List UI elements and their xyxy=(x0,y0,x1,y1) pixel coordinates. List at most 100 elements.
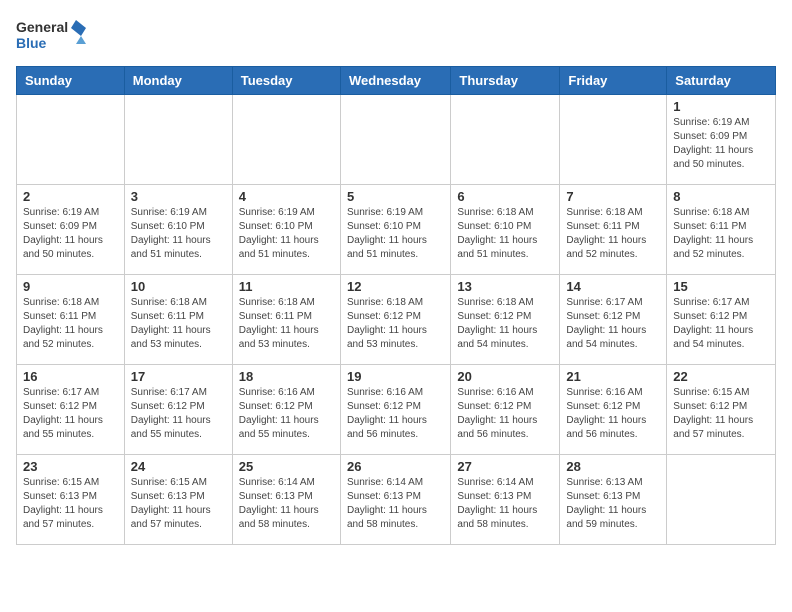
day-info: Sunrise: 6:14 AM Sunset: 6:13 PM Dayligh… xyxy=(457,476,553,532)
day-number: 11 xyxy=(239,279,334,294)
calendar-cell: 26 Sunrise: 6:14 AM Sunset: 6:13 PM Dayli… xyxy=(340,455,450,545)
day-info: Sunrise: 6:19 AM Sunset: 6:10 PM Dayligh… xyxy=(131,206,226,262)
day-number: 9 xyxy=(23,279,118,294)
calendar-cell: 12 Sunrise: 6:18 AM Sunset: 6:12 PM Dayli… xyxy=(340,275,450,365)
day-number: 10 xyxy=(131,279,226,294)
day-number: 21 xyxy=(566,369,660,384)
calendar-cell xyxy=(17,95,125,185)
calendar-cell: 21 Sunrise: 6:16 AM Sunset: 6:12 PM Dayli… xyxy=(560,365,667,455)
day-number: 24 xyxy=(131,459,226,474)
calendar-cell: 18 Sunrise: 6:16 AM Sunset: 6:12 PM Dayli… xyxy=(232,365,340,455)
day-number: 2 xyxy=(23,189,118,204)
calendar-cell: 11 Sunrise: 6:18 AM Sunset: 6:11 PM Dayli… xyxy=(232,275,340,365)
calendar-cell: 16 Sunrise: 6:17 AM Sunset: 6:12 PM Dayli… xyxy=(17,365,125,455)
day-info: Sunrise: 6:18 AM Sunset: 6:11 PM Dayligh… xyxy=(566,206,660,262)
day-info: Sunrise: 6:19 AM Sunset: 6:09 PM Dayligh… xyxy=(673,116,769,172)
day-number: 22 xyxy=(673,369,769,384)
header-wednesday: Wednesday xyxy=(340,67,450,95)
calendar-cell: 5Sunrise: 6:19 AM Sunset: 6:10 PM Daylig… xyxy=(340,185,450,275)
day-number: 26 xyxy=(347,459,444,474)
header-row: SundayMondayTuesdayWednesdayThursdayFrid… xyxy=(17,67,776,95)
day-info: Sunrise: 6:18 AM Sunset: 6:11 PM Dayligh… xyxy=(131,296,226,352)
calendar-cell: 28 Sunrise: 6:13 AM Sunset: 6:13 PM Dayli… xyxy=(560,455,667,545)
day-number: 6 xyxy=(457,189,553,204)
day-info: Sunrise: 6:18 AM Sunset: 6:11 PM Dayligh… xyxy=(239,296,334,352)
page-header: General Blue xyxy=(16,16,776,56)
calendar-cell: 25 Sunrise: 6:14 AM Sunset: 6:13 PM Dayli… xyxy=(232,455,340,545)
logo-icon: General Blue xyxy=(16,16,86,56)
day-info: Sunrise: 6:19 AM Sunset: 6:10 PM Dayligh… xyxy=(239,206,334,262)
day-number: 13 xyxy=(457,279,553,294)
calendar-table: SundayMondayTuesdayWednesdayThursdayFrid… xyxy=(16,66,776,545)
calendar-cell: 22 Sunrise: 6:15 AM Sunset: 6:12 PM Dayli… xyxy=(667,365,776,455)
calendar-cell: 4Sunrise: 6:19 AM Sunset: 6:10 PM Daylig… xyxy=(232,185,340,275)
day-number: 28 xyxy=(566,459,660,474)
day-info: Sunrise: 6:16 AM Sunset: 6:12 PM Dayligh… xyxy=(347,386,444,442)
day-info: Sunrise: 6:16 AM Sunset: 6:12 PM Dayligh… xyxy=(457,386,553,442)
calendar-cell xyxy=(667,455,776,545)
header-tuesday: Tuesday xyxy=(232,67,340,95)
day-info: Sunrise: 6:16 AM Sunset: 6:12 PM Dayligh… xyxy=(239,386,334,442)
svg-text:Blue: Blue xyxy=(16,35,47,51)
day-number: 18 xyxy=(239,369,334,384)
calendar-cell: 3 Sunrise: 6:19 AM Sunset: 6:10 PM Daylig… xyxy=(124,185,232,275)
day-number: 16 xyxy=(23,369,118,384)
calendar-cell: 8 Sunrise: 6:18 AM Sunset: 6:11 PM Daylig… xyxy=(667,185,776,275)
day-info: Sunrise: 6:18 AM Sunset: 6:10 PM Dayligh… xyxy=(457,206,553,262)
day-info: Sunrise: 6:14 AM Sunset: 6:13 PM Dayligh… xyxy=(239,476,334,532)
day-info: Sunrise: 6:14 AM Sunset: 6:13 PM Dayligh… xyxy=(347,476,444,532)
day-number: 20 xyxy=(457,369,553,384)
calendar-cell: 1 Sunrise: 6:19 AM Sunset: 6:09 PM Daylig… xyxy=(667,95,776,185)
day-info: Sunrise: 6:13 AM Sunset: 6:13 PM Dayligh… xyxy=(566,476,660,532)
day-info: Sunrise: 6:15 AM Sunset: 6:13 PM Dayligh… xyxy=(131,476,226,532)
logo: General Blue xyxy=(16,16,86,56)
svg-text:General: General xyxy=(16,19,68,35)
calendar-cell: 19 Sunrise: 6:16 AM Sunset: 6:12 PM Dayli… xyxy=(340,365,450,455)
calendar-cell xyxy=(560,95,667,185)
calendar-cell: 27 Sunrise: 6:14 AM Sunset: 6:13 PM Dayli… xyxy=(451,455,560,545)
day-number: 17 xyxy=(131,369,226,384)
day-number: 15 xyxy=(673,279,769,294)
day-number: 1 xyxy=(673,99,769,114)
week-row-4: 23 Sunrise: 6:15 AM Sunset: 6:13 PM Dayli… xyxy=(17,455,776,545)
day-info: Sunrise: 6:17 AM Sunset: 6:12 PM Dayligh… xyxy=(673,296,769,352)
calendar-cell xyxy=(124,95,232,185)
week-row-1: 2Sunrise: 6:19 AM Sunset: 6:09 PM Daylig… xyxy=(17,185,776,275)
calendar-cell: 10 Sunrise: 6:18 AM Sunset: 6:11 PM Dayli… xyxy=(124,275,232,365)
day-number: 3 xyxy=(131,189,226,204)
calendar-cell: 20 Sunrise: 6:16 AM Sunset: 6:12 PM Dayli… xyxy=(451,365,560,455)
week-row-2: 9 Sunrise: 6:18 AM Sunset: 6:11 PM Daylig… xyxy=(17,275,776,365)
day-info: Sunrise: 6:15 AM Sunset: 6:12 PM Dayligh… xyxy=(673,386,769,442)
calendar-cell: 6 Sunrise: 6:18 AM Sunset: 6:10 PM Daylig… xyxy=(451,185,560,275)
week-row-0: 1 Sunrise: 6:19 AM Sunset: 6:09 PM Daylig… xyxy=(17,95,776,185)
day-info: Sunrise: 6:17 AM Sunset: 6:12 PM Dayligh… xyxy=(23,386,118,442)
day-number: 25 xyxy=(239,459,334,474)
day-info: Sunrise: 6:19 AM Sunset: 6:10 PM Dayligh… xyxy=(347,206,444,262)
day-info: Sunrise: 6:18 AM Sunset: 6:11 PM Dayligh… xyxy=(673,206,769,262)
header-friday: Friday xyxy=(560,67,667,95)
day-number: 8 xyxy=(673,189,769,204)
week-row-3: 16 Sunrise: 6:17 AM Sunset: 6:12 PM Dayli… xyxy=(17,365,776,455)
day-number: 12 xyxy=(347,279,444,294)
header-thursday: Thursday xyxy=(451,67,560,95)
calendar-cell xyxy=(232,95,340,185)
header-monday: Monday xyxy=(124,67,232,95)
day-info: Sunrise: 6:15 AM Sunset: 6:13 PM Dayligh… xyxy=(23,476,118,532)
day-number: 19 xyxy=(347,369,444,384)
calendar-cell: 24 Sunrise: 6:15 AM Sunset: 6:13 PM Dayli… xyxy=(124,455,232,545)
day-number: 14 xyxy=(566,279,660,294)
day-number: 7 xyxy=(566,189,660,204)
day-number: 23 xyxy=(23,459,118,474)
calendar-cell: 9Sunrise: 6:18 AM Sunset: 6:11 PM Daylig… xyxy=(17,275,125,365)
day-info: Sunrise: 6:18 AM Sunset: 6:12 PM Dayligh… xyxy=(347,296,444,352)
calendar-cell: 13 Sunrise: 6:18 AM Sunset: 6:12 PM Dayli… xyxy=(451,275,560,365)
calendar-cell xyxy=(340,95,450,185)
calendar-cell: 2Sunrise: 6:19 AM Sunset: 6:09 PM Daylig… xyxy=(17,185,125,275)
day-number: 27 xyxy=(457,459,553,474)
day-info: Sunrise: 6:18 AM Sunset: 6:12 PM Dayligh… xyxy=(457,296,553,352)
header-sunday: Sunday xyxy=(17,67,125,95)
calendar-cell: 14 Sunrise: 6:17 AM Sunset: 6:12 PM Dayli… xyxy=(560,275,667,365)
day-info: Sunrise: 6:16 AM Sunset: 6:12 PM Dayligh… xyxy=(566,386,660,442)
day-info: Sunrise: 6:17 AM Sunset: 6:12 PM Dayligh… xyxy=(566,296,660,352)
day-info: Sunrise: 6:17 AM Sunset: 6:12 PM Dayligh… xyxy=(131,386,226,442)
